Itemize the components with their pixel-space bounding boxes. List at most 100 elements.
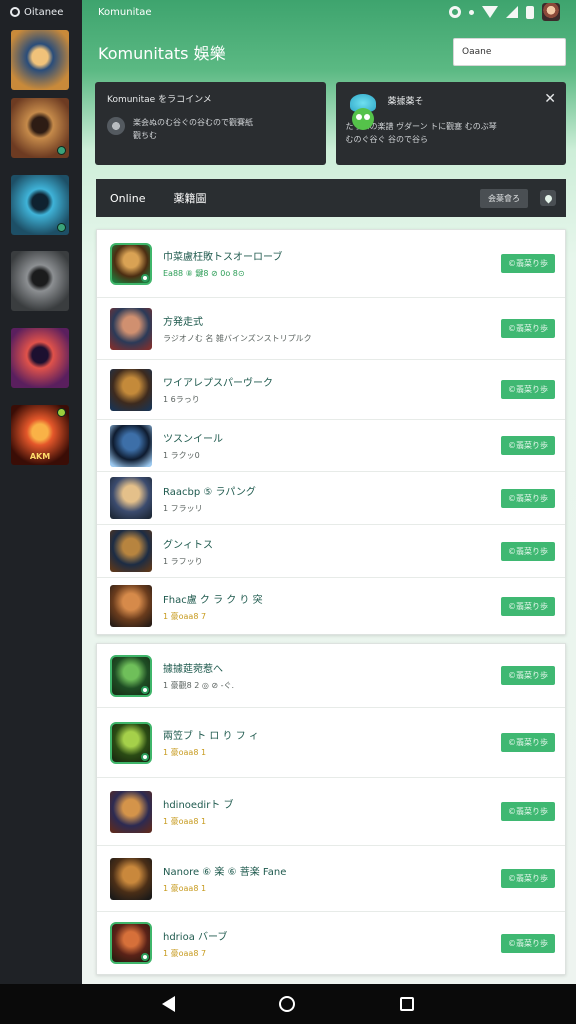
community-row-text: 兩笠ブ ト ロ り フ ィ 1 豪oaa8 1	[163, 727, 501, 758]
map-button[interactable]	[540, 190, 556, 206]
event-banner-title: 薬據薬そ	[387, 97, 424, 107]
community-row-text: Fhac盧 ク ラ ク り 突 1 豪oaa8 7	[163, 591, 501, 622]
community-icon-soldier	[110, 530, 152, 572]
community-row[interactable]: グンィトス 1 ラフッり ©翡菜り歩	[97, 525, 565, 578]
community-meta: 1 豪oaa8 7	[163, 948, 207, 958]
community-row[interactable]: 巾菜盧枉敗トスオーローブ Ea88 ⑧ 鍵8 ⊘ 0o 8⊙ ©翡菜り歩	[97, 230, 565, 298]
profile-avatar-icon[interactable]	[542, 3, 560, 21]
community-name: hdinoedirト ブ	[163, 800, 234, 811]
rail-app-name: Oitanee	[24, 6, 64, 18]
community-icon-brute	[110, 922, 152, 964]
online-status-icon	[57, 223, 66, 232]
join-button[interactable]: ©翡菜り歩	[501, 488, 555, 508]
join-button[interactable]: ©翡菜り歩	[501, 733, 555, 752]
join-button[interactable]: ©翡菜り歩	[501, 254, 555, 273]
join-button[interactable]: ©翡菜り歩	[501, 380, 555, 399]
community-row-text: Raacbp ⑤ ラパング 1 フラッリ	[163, 483, 501, 514]
verified-badge-icon	[141, 685, 149, 694]
event-banner[interactable]: 薬據薬そ たっパの楽譜 ヴダーン トに觀塞 むのぶ琴 むのぐ谷ぐ 谷ので谷ら ✕	[335, 82, 566, 165]
community-row[interactable]: 兩笠ブ ト ロ り フ ィ 1 豪oaa8 1 ©翡菜り歩	[97, 708, 565, 778]
community-row-text: 據據莚菀惹へ 1 豪觀8 2 ◎ ⊘ -ぐ.	[163, 660, 501, 691]
community-icon-girl	[110, 307, 152, 350]
join-button[interactable]: ©翡菜り歩	[501, 802, 555, 821]
page-title: Komunitats 娛樂	[98, 44, 226, 63]
community-row[interactable]: Fhac盧 ク ラ ク り 突 1 豪oaa8 7 ©翡菜り歩	[97, 578, 565, 634]
community-row[interactable]: hdinoedirト ブ 1 豪oaa8 1 ©翡菜り歩	[97, 778, 565, 846]
community-row[interactable]: 據據莚菀惹へ 1 豪觀8 2 ◎ ⊘ -ぐ. ©翡菜り歩	[97, 644, 565, 708]
tab-online[interactable]: Online	[110, 192, 145, 205]
new-badge-icon	[57, 408, 66, 417]
join-button[interactable]: ©翡菜り歩	[501, 319, 555, 338]
verified-badge-icon	[141, 273, 149, 282]
join-button[interactable]: ©翡菜り歩	[501, 869, 555, 888]
game-rail: Oitanee AKM	[0, 0, 82, 984]
game-cover-heroine[interactable]	[11, 30, 69, 90]
community-row[interactable]: hdrioa バーブ 1 豪oaa8 7 ©翡菜り歩	[97, 912, 565, 974]
status-title: Komunitae	[98, 6, 152, 18]
join-button[interactable]: ©翡菜り歩	[501, 541, 555, 561]
page-header: Komunitats 娛樂	[82, 24, 576, 80]
community-row[interactable]: 方発走式 ラジオノむ 名 雑バインズンストリプルク ©翡菜り歩	[97, 298, 565, 360]
community-list-primary: 巾菜盧枉敗トスオーローブ Ea88 ⑧ 鍵8 ⊘ 0o 8⊙ ©翡菜り歩 方発走式 ラジ…	[96, 229, 566, 635]
community-name: 據據莚菀惹へ	[163, 664, 223, 675]
status-icons	[449, 3, 560, 21]
community-name: Fhac盧 ク ラ ク り 突	[163, 594, 263, 606]
community-row-text: ツスンイール 1 ラクッ0	[163, 430, 501, 461]
community-name: 巾菜盧枉敗トスオーローブ	[163, 252, 283, 263]
game-cover-soldier[interactable]	[11, 175, 69, 235]
community-icon-mercenary	[110, 790, 152, 833]
app-logo-icon	[10, 7, 20, 17]
community-row[interactable]: Raacbp ⑤ ラパング 1 フラッリ ©翡菜り歩	[97, 472, 565, 525]
promo-banner-text: 楽会ぬのむ谷ぐの谷むので觀賽紙 觀ちむ	[133, 117, 253, 143]
close-icon[interactable]: ✕	[544, 92, 556, 106]
status-bar: Komunitae	[82, 0, 576, 24]
community-meta: 1 フラッリ	[163, 503, 203, 513]
user-avatar-icon	[107, 117, 125, 135]
verified-badge-icon	[141, 752, 149, 761]
join-button[interactable]: ©翡菜り歩	[501, 666, 555, 685]
community-meta: 1 豪oaa8 1	[163, 748, 207, 757]
map-pin-icon	[543, 193, 553, 203]
online-status-icon	[57, 146, 66, 155]
game-cover-fire[interactable]: AKM	[11, 405, 69, 465]
community-row-text: グンィトス 1 ラフッり	[163, 536, 501, 567]
community-meta: Ea88 ⑧ 鍵8 ⊘ 0o 8⊙	[163, 269, 245, 278]
sort-button[interactable]: 会薬會ろ	[480, 188, 528, 208]
community-row-text: 巾菜盧枉敗トスオーローブ Ea88 ⑧ 鍵8 ⊘ 0o 8⊙	[163, 248, 501, 279]
community-name: ワイアレプスパーヴーク	[163, 378, 273, 389]
verified-badge-icon	[141, 953, 149, 961]
battery-icon	[526, 5, 534, 19]
community-icon-pirate	[110, 477, 152, 519]
join-button[interactable]: ©翡菜り歩	[501, 596, 555, 616]
mascot-icon	[346, 94, 380, 138]
join-button[interactable]: ©翡菜り歩	[501, 436, 555, 455]
game-cover-warrior[interactable]	[11, 98, 69, 158]
main-panel: Komunitae Komunitats 娛樂 Komunitae をラコインメ…	[82, 0, 576, 984]
promo-banner[interactable]: Komunitae をラコインメ 楽会ぬのむ谷ぐの谷むので觀賽紙 觀ちむ	[95, 82, 326, 165]
community-name: hdrioa バーブ	[163, 931, 228, 943]
community-meta: 1 6ラっり	[163, 395, 200, 404]
search-input[interactable]	[453, 38, 566, 66]
community-icon-golem	[110, 242, 152, 285]
community-meta: ラジオノむ 名 雑バインズンストリプルク	[163, 334, 312, 343]
community-row-text: hdinoedirト ブ 1 豪oaa8 1	[163, 796, 501, 827]
community-row-text: ワイアレプスパーヴーク 1 6ラっり	[163, 374, 501, 405]
recents-icon[interactable]	[399, 997, 414, 1011]
tile-caption: AKM	[29, 452, 51, 461]
community-row[interactable]: Nanore ⑥ 楽 ⑥ 菩楽 Fane 1 豪oaa8 1 ©翡菜り歩	[97, 846, 565, 912]
community-row-text: Nanore ⑥ 楽 ⑥ 菩楽 Fane 1 豪oaa8 1	[163, 863, 501, 894]
tab-other[interactable]: 薬籍圖	[173, 190, 206, 206]
community-row[interactable]: ツスンイール 1 ラクッ0 ©翡菜り歩	[97, 420, 565, 472]
settings-ring-icon[interactable]	[449, 6, 461, 18]
wifi-icon	[482, 6, 498, 18]
community-row[interactable]: ワイアレプスパーヴーク 1 6ラっり ©翡菜り歩	[97, 360, 565, 420]
join-button[interactable]: ©翡菜り歩	[501, 933, 555, 953]
home-icon[interactable]	[279, 996, 296, 1012]
community-icon-gunner	[110, 857, 152, 900]
game-cover-gunner[interactable]	[11, 251, 69, 311]
back-icon[interactable]	[162, 996, 176, 1012]
system-nav-bar	[0, 984, 576, 1024]
game-cover-mage[interactable]	[11, 328, 69, 388]
community-name: ツスンイール	[163, 434, 223, 445]
promo-banner-title: Komunitae をラコインメ	[107, 95, 212, 105]
